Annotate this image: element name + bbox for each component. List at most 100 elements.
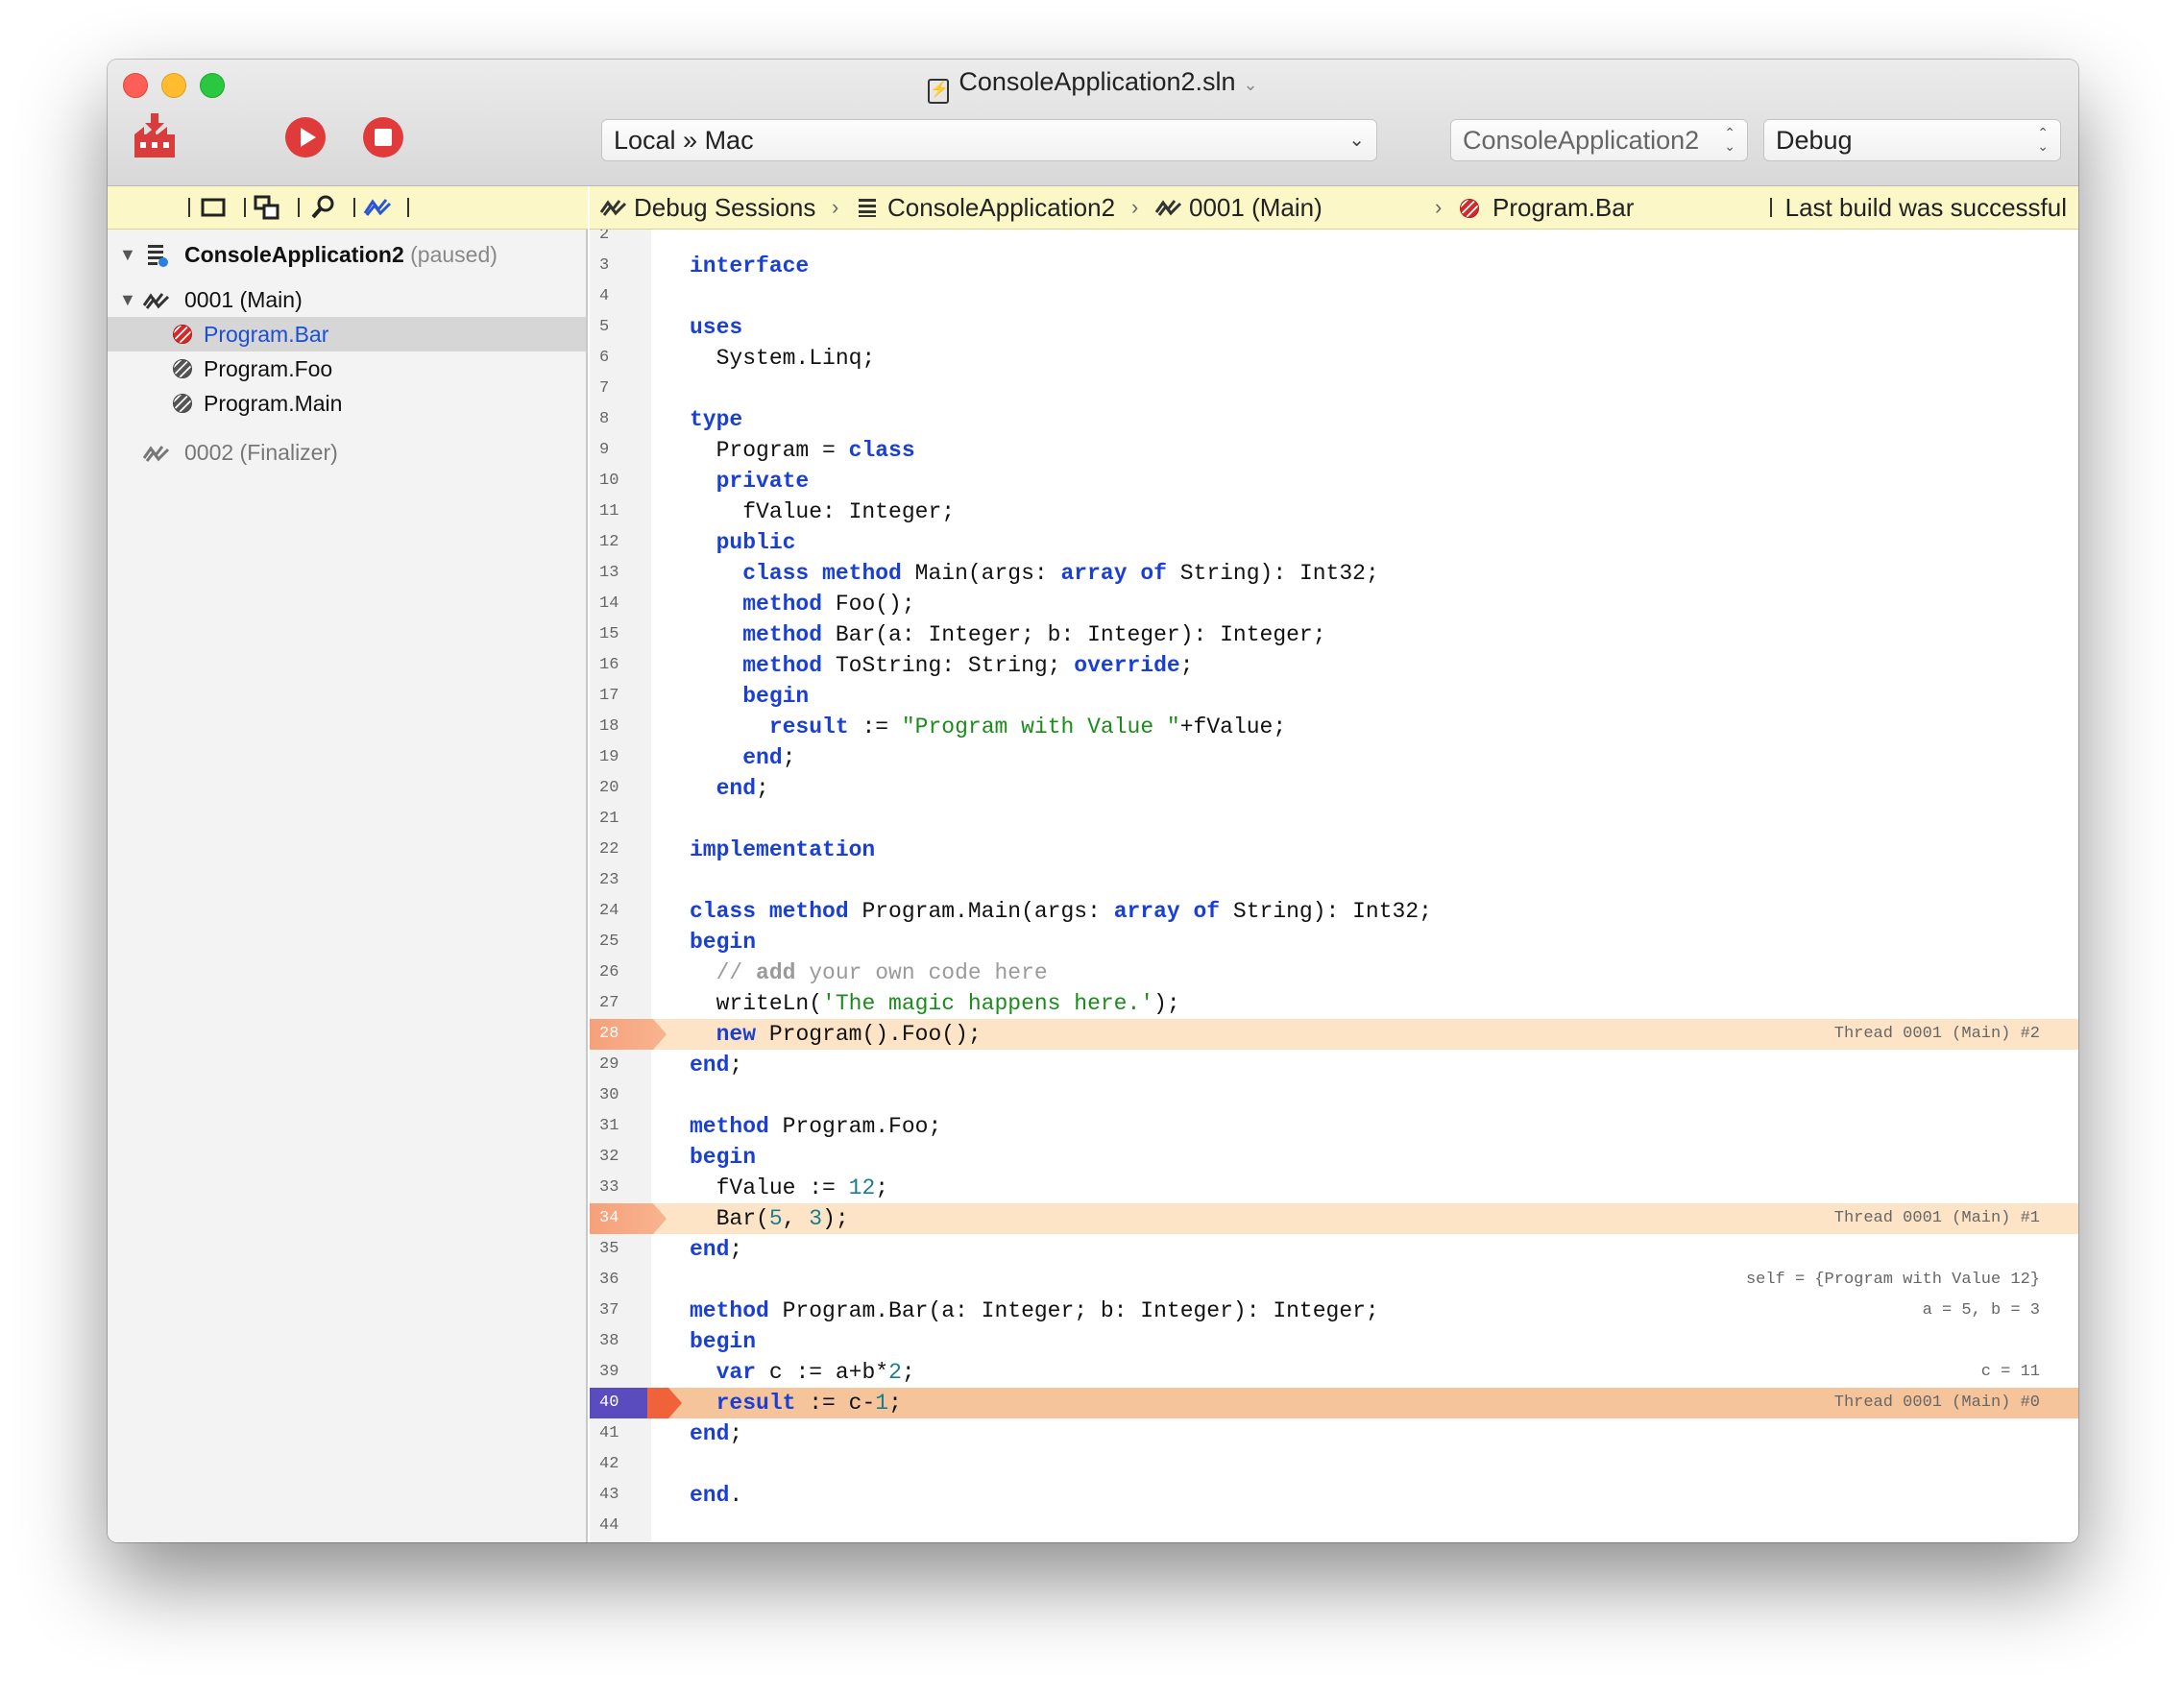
code-text: System.Linq;	[690, 346, 876, 371]
class-hierarchy-icon[interactable]	[254, 194, 280, 221]
line-number: 17	[599, 687, 619, 705]
code-line[interactable]: 13 class method Main(args: array of Stri…	[590, 558, 2078, 589]
code-line[interactable]: 22 implementation	[590, 835, 2078, 865]
code-line[interactable]: 17 begin	[590, 681, 2078, 712]
code-line[interactable]: 4	[590, 281, 2078, 312]
code-text: begin	[690, 930, 757, 955]
line-number: 20	[599, 779, 619, 797]
code-line[interactable]: 14 method Foo();	[590, 589, 2078, 619]
search-icon[interactable]	[309, 194, 336, 221]
code-line[interactable]: 8 type	[590, 404, 2078, 435]
breadcrumb-project[interactable]: ConsoleApplication2	[857, 186, 1115, 229]
code-line[interactable]: 36 self = {Program with Value 12}	[590, 1265, 2078, 1296]
debug-navigator: ▼ ConsoleApplication2 (paused) ▼ 0001 (M…	[108, 230, 588, 1542]
line-number: 39	[599, 1363, 619, 1381]
code-text: end.	[690, 1483, 743, 1508]
code-line[interactable]: 42	[590, 1449, 2078, 1480]
line-number: 7	[599, 379, 610, 398]
code-line[interactable]: 38 begin	[590, 1326, 2078, 1357]
code-line[interactable]: 28 new Program().Foo(); Thread 0001 (Main…	[590, 1019, 2078, 1050]
code-line[interactable]: 10 private	[590, 466, 2078, 497]
code-text: end;	[690, 1237, 743, 1262]
code-line[interactable]: 35 end;	[590, 1234, 2078, 1265]
code-line[interactable]: 37 method Program.Bar(a: Integer; b: Inte…	[590, 1296, 2078, 1326]
code-line[interactable]: 41 end;	[590, 1418, 2078, 1449]
divider	[298, 198, 300, 217]
code-text: class method Main(args: array of String)…	[742, 561, 1379, 586]
build-button[interactable]	[133, 113, 177, 159]
breadcrumb-frame[interactable]: Program.Bar	[1460, 186, 1634, 229]
divider	[188, 198, 190, 217]
stack-frame-row[interactable]: Program.Bar	[108, 317, 586, 351]
code-line[interactable]: 32 begin	[590, 1142, 2078, 1173]
code-line[interactable]: 3 interface	[590, 251, 2078, 281]
code-editor[interactable]: 2 3 interface 4 5 uses 6 System.Linq; 7 8 type 9 P…	[590, 230, 2078, 1542]
code-line[interactable]: 21	[590, 804, 2078, 835]
debug-navigator-icon[interactable]	[363, 194, 392, 221]
run-button[interactable]	[285, 117, 326, 157]
breadcrumb-thread[interactable]: 0001 (Main)	[1154, 186, 1323, 229]
breadcrumb-separator: ›	[1435, 195, 1443, 219]
code-text: writeLn('The magic happens here.');	[690, 991, 1180, 1016]
code-text: end;	[690, 1053, 743, 1078]
code-line[interactable]: 15 method Bar(a: Integer; b: Integer): I…	[590, 619, 2078, 650]
code-line[interactable]: 27 writeLn('The magic happens here.');	[590, 988, 2078, 1019]
code-line[interactable]: 43 end.	[590, 1480, 2078, 1511]
code-line[interactable]: 18 result := "Program with Value "+fValu…	[590, 712, 2078, 742]
code-line[interactable]: 19 end;	[590, 742, 2078, 773]
code-line[interactable]: 31 method Program.Foo;	[590, 1111, 2078, 1142]
title-chevron-icon: ⌄	[1243, 75, 1258, 94]
stop-button[interactable]	[363, 117, 403, 157]
configuration-selector[interactable]: Debug ⌃ ⌄	[1763, 119, 2061, 161]
line-number: 43	[599, 1486, 619, 1504]
code-line[interactable]: 25 begin	[590, 927, 2078, 957]
code-line[interactable]: 16 method ToString: String; override;	[590, 650, 2078, 681]
code-text: method Program.Foo;	[690, 1114, 942, 1139]
session-icon	[148, 245, 168, 267]
project-selector[interactable]: ConsoleApplication2 ⌃ ⌄	[1450, 119, 1748, 161]
code-line[interactable]: 6 System.Linq;	[590, 343, 2078, 374]
code-line[interactable]: 7	[590, 374, 2078, 404]
line-number: 28	[599, 1025, 619, 1043]
code-line[interactable]: 40 result := c-1; Thread 0001 (Main) #0	[590, 1388, 2078, 1418]
code-line[interactable]: 44	[590, 1511, 2078, 1541]
window-title[interactable]: ⚡ ConsoleApplication2.sln ⌄	[108, 67, 2078, 104]
code-line[interactable]: 34 Bar(5, 3); Thread 0001 (Main) #1	[590, 1203, 2078, 1234]
debug-annotation: Thread 0001 (Main) #1	[1833, 1209, 2040, 1227]
project-navigator-icon[interactable]	[200, 194, 227, 221]
code-line[interactable]: 39 var c := a+b*2; c = 11	[590, 1357, 2078, 1388]
thread-row[interactable]: ▼ 0001 (Main)	[108, 282, 586, 317]
code-line[interactable]: 5 uses	[590, 312, 2078, 343]
code-text: begin	[690, 1145, 757, 1170]
code-text: uses	[690, 315, 743, 340]
code-text: method ToString: String; override;	[742, 653, 1194, 678]
code-line[interactable]: 12 public	[590, 527, 2078, 558]
session-state: (paused)	[410, 242, 497, 267]
code-line[interactable]: 2	[590, 230, 2078, 251]
thread-icon	[142, 446, 170, 462]
breadcrumb-separator: ›	[1131, 195, 1139, 219]
code-text: result := "Program with Value "+fValue;	[768, 715, 1287, 739]
line-number: 30	[599, 1086, 619, 1104]
code-line[interactable]: 20 end;	[590, 773, 2078, 804]
line-number: 21	[599, 810, 619, 828]
thread-row[interactable]: 0002 (Finalizer)	[108, 435, 586, 470]
code-line[interactable]: 30	[590, 1080, 2078, 1111]
stack-frame-row[interactable]: Program.Main	[108, 386, 586, 421]
line-number: 10	[599, 472, 619, 490]
code-line[interactable]: 11 fValue: Integer;	[590, 497, 2078, 527]
line-number: 37	[599, 1301, 619, 1320]
code-line[interactable]: 23	[590, 865, 2078, 896]
breadcrumb-debug-sessions[interactable]: Debug Sessions	[599, 186, 815, 229]
target-selector[interactable]: Local » Mac ⌄	[601, 119, 1377, 161]
stack-frame-row[interactable]: Program.Foo	[108, 351, 586, 386]
code-line[interactable]: 33 fValue := 12;	[590, 1173, 2078, 1203]
disclosure-triangle-icon[interactable]: ▼	[119, 237, 136, 272]
code-line[interactable]: 29 end;	[590, 1050, 2078, 1080]
code-text: begin	[690, 1329, 757, 1354]
code-line[interactable]: 26 // add your own code here	[590, 957, 2078, 988]
session-row[interactable]: ▼ ConsoleApplication2 (paused)	[108, 237, 586, 272]
code-line[interactable]: 9 Program = class	[590, 435, 2078, 466]
disclosure-triangle-icon[interactable]: ▼	[119, 282, 136, 317]
code-line[interactable]: 24 class method Program.Main(args: array …	[590, 896, 2078, 927]
